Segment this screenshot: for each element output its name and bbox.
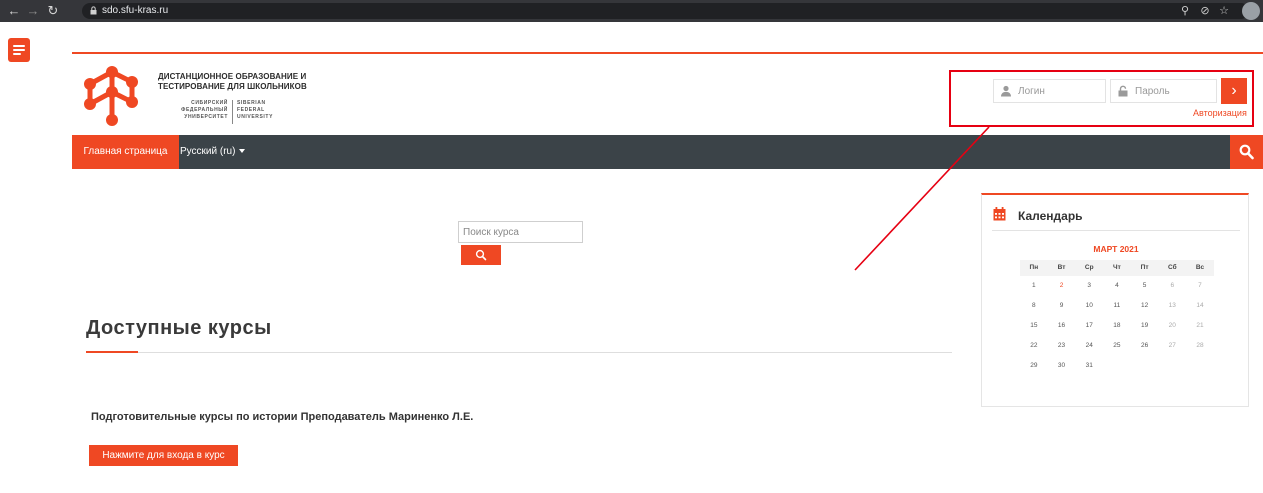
calendar-divider bbox=[992, 230, 1240, 231]
calendar-weekday-row: Пн Вт Ср Чт Пт Сб Вс bbox=[1020, 260, 1214, 276]
logo-icon bbox=[84, 66, 138, 126]
calendar-day[interactable]: 7 bbox=[1186, 276, 1214, 296]
section-accent-line bbox=[86, 351, 138, 353]
calendar-day[interactable]: 20 bbox=[1158, 316, 1186, 336]
calendar-day[interactable]: 15 bbox=[1020, 316, 1048, 336]
calendar-block: Календарь МАРТ 2021 Пн Вт Ср Чт Пт Сб Вс 1 2 3 4 5 6… bbox=[981, 193, 1249, 407]
calendar-weekday: Пн bbox=[1029, 264, 1039, 271]
star-icon[interactable]: ☆ bbox=[1217, 4, 1231, 18]
forward-icon[interactable]: → bbox=[26, 3, 40, 19]
calendar-day[interactable]: 4 bbox=[1103, 276, 1131, 296]
calendar-weekday: Пт bbox=[1140, 264, 1149, 271]
calendar-day[interactable]: 21 bbox=[1186, 316, 1214, 336]
calendar-day[interactable]: 6 bbox=[1158, 276, 1186, 296]
calendar-day[interactable]: 8 bbox=[1020, 296, 1048, 316]
logo-title: ДИСТАНЦИОННОЕ ОБРАЗОВАНИЕ И ТЕСТИРОВАНИЕ… bbox=[158, 72, 307, 91]
calendar-day[interactable]: 13 bbox=[1158, 296, 1186, 316]
calendar-day[interactable]: 18 bbox=[1103, 316, 1131, 336]
calendar-day[interactable]: 5 bbox=[1131, 276, 1159, 296]
calendar-day[interactable]: 10 bbox=[1075, 296, 1103, 316]
calendar-icon bbox=[993, 207, 1006, 221]
main-navbar: Главная страница Русский (ru) bbox=[72, 135, 1263, 169]
profile-icon[interactable] bbox=[1242, 2, 1260, 20]
logo-subtitle-en: SIBERIAN FEDERAL UNIVERSITY bbox=[237, 100, 274, 120]
course-search-input[interactable]: Поиск курса bbox=[458, 221, 583, 243]
calendar-day[interactable]: 25 bbox=[1103, 336, 1131, 356]
annotation-highlight-box bbox=[949, 70, 1254, 127]
url-text: sdo.sfu-kras.ru bbox=[102, 5, 169, 16]
calendar-day[interactable]: 24 bbox=[1075, 336, 1103, 356]
calendar-empty-cell bbox=[1131, 356, 1159, 376]
section-divider bbox=[86, 352, 952, 353]
header-top-line bbox=[72, 52, 1263, 54]
calendar-day[interactable]: 2 bbox=[1048, 276, 1076, 296]
logo-divider bbox=[232, 100, 233, 124]
calendar-weekday: Вт bbox=[1057, 264, 1066, 271]
calendar-empty-cell bbox=[1186, 356, 1214, 376]
language-label: Русский (ru) bbox=[180, 146, 236, 157]
search-icon bbox=[475, 249, 487, 261]
calendar-week-row: 29 30 31 bbox=[1020, 356, 1214, 376]
eye-off-icon[interactable]: ⊘ bbox=[1198, 4, 1212, 18]
calendar-day[interactable]: 17 bbox=[1075, 316, 1103, 336]
calendar-month[interactable]: МАРТ 2021 bbox=[982, 244, 1250, 254]
calendar-day[interactable]: 14 bbox=[1186, 296, 1214, 316]
calendar-empty-cell bbox=[1158, 356, 1186, 376]
browser-toolbar: ← → ↻ sdo.sfu-kras.ru ⚲ ⊘ ☆ bbox=[0, 0, 1263, 22]
caret-down-icon bbox=[239, 149, 246, 154]
calendar-day[interactable]: 1 bbox=[1020, 276, 1048, 296]
calendar-day[interactable]: 12 bbox=[1131, 296, 1159, 316]
calendar-weekday: Ср bbox=[1084, 264, 1094, 271]
address-bar[interactable] bbox=[82, 3, 1249, 19]
calendar-day[interactable]: 30 bbox=[1048, 356, 1076, 376]
calendar-weekday: Сб bbox=[1167, 264, 1177, 271]
calendar-week-row: 15 16 17 18 19 20 21 bbox=[1020, 316, 1214, 336]
calendar-day[interactable]: 28 bbox=[1186, 336, 1214, 356]
nav-home-link[interactable]: Главная страница bbox=[72, 135, 179, 169]
section-title: Доступные курсы bbox=[86, 317, 272, 339]
lock-icon bbox=[90, 6, 97, 15]
calendar-day[interactable]: 22 bbox=[1020, 336, 1048, 356]
logo-subtitle-ru: СИБИРСКИЙ ФЕДЕРАЛЬНЫЙ УНИВЕРСИТЕТ bbox=[181, 100, 228, 120]
calendar-day[interactable]: 27 bbox=[1158, 336, 1186, 356]
search-icon bbox=[1239, 144, 1254, 160]
calendar-day[interactable]: 11 bbox=[1103, 296, 1131, 316]
calendar-day[interactable]: 3 bbox=[1075, 276, 1103, 296]
calendar-title: Календарь bbox=[1018, 209, 1083, 223]
course-title-link[interactable]: Подготовительные курсы по истории Препод… bbox=[91, 411, 473, 423]
navbar-search-button[interactable] bbox=[1230, 135, 1263, 169]
calendar-day[interactable]: 16 bbox=[1048, 316, 1076, 336]
calendar-weekday: Вс bbox=[1195, 264, 1205, 271]
enter-course-button[interactable]: Нажмите для входа в курс bbox=[89, 445, 238, 466]
calendar-day[interactable]: 29 bbox=[1020, 356, 1048, 376]
language-menu[interactable]: Русский (ru) bbox=[179, 135, 253, 169]
reload-icon[interactable]: ↻ bbox=[46, 3, 60, 19]
key-icon[interactable]: ⚲ bbox=[1178, 4, 1192, 18]
calendar-week-row: 1234567 bbox=[1020, 276, 1214, 296]
calendar-day[interactable]: 23 bbox=[1048, 336, 1076, 356]
calendar-day[interactable]: 19 bbox=[1131, 316, 1159, 336]
calendar-weekday: Чт bbox=[1113, 264, 1121, 271]
back-icon[interactable]: ← bbox=[7, 3, 21, 19]
calendar-week-row: 22 23 24 25 26 27 28 bbox=[1020, 336, 1214, 356]
drawer-toggle-button[interactable] bbox=[8, 38, 30, 62]
calendar-day[interactable]: 9 bbox=[1048, 296, 1076, 316]
calendar-week-row: 8 9 10 11 12 13 14 bbox=[1020, 296, 1214, 316]
calendar-empty-cell bbox=[1103, 356, 1131, 376]
course-search-button[interactable] bbox=[461, 245, 501, 265]
calendar-day[interactable]: 26 bbox=[1131, 336, 1159, 356]
calendar-grid: Пн Вт Ср Чт Пт Сб Вс 1 2 3 4 5 6 7 8 9 10 11 12 13 14 15 16 17 1… bbox=[1020, 260, 1214, 376]
calendar-day[interactable]: 31 bbox=[1075, 356, 1103, 376]
